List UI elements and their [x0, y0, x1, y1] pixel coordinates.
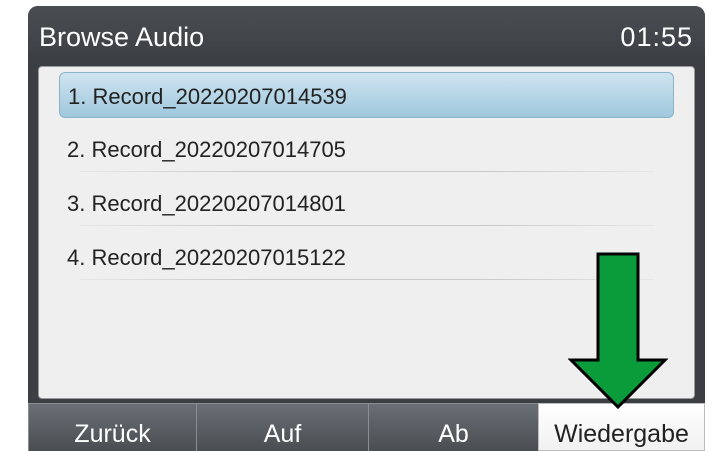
list-item[interactable]: 1. Record_20220207014539	[59, 72, 674, 118]
phone-screen: Browse Audio 01:55 1. Record_20220207014…	[28, 6, 705, 451]
clock: 01:55	[620, 22, 693, 52]
list-item-label: 3. Record_20220207014801	[67, 191, 346, 216]
list-item[interactable]: 4. Record_20220207015122	[59, 234, 674, 280]
back-softkey[interactable]: Zurück	[28, 403, 196, 451]
list-item-label: 2. Record_20220207014705	[67, 137, 346, 162]
play-softkey[interactable]: Wiedergabe	[538, 403, 705, 451]
list-separator	[79, 171, 654, 172]
recording-list: 1. Record_20220207014539 2. Record_20220…	[38, 66, 695, 399]
list-item-label: 4. Record_20220207015122	[67, 245, 346, 270]
list-item[interactable]: 3. Record_20220207014801	[59, 180, 674, 226]
list-separator	[79, 225, 654, 226]
up-softkey[interactable]: Auf	[196, 403, 368, 451]
softkey-bar: Zurück Auf Ab Wiedergabe	[28, 403, 705, 451]
list-item[interactable]: 2. Record_20220207014705	[59, 126, 674, 172]
list-separator	[79, 279, 654, 280]
page-title: Browse Audio	[39, 22, 205, 52]
list-item-label: 1. Record_20220207014539	[68, 84, 347, 109]
title-bar: Browse Audio 01:55	[28, 6, 705, 68]
down-softkey[interactable]: Ab	[368, 403, 538, 451]
